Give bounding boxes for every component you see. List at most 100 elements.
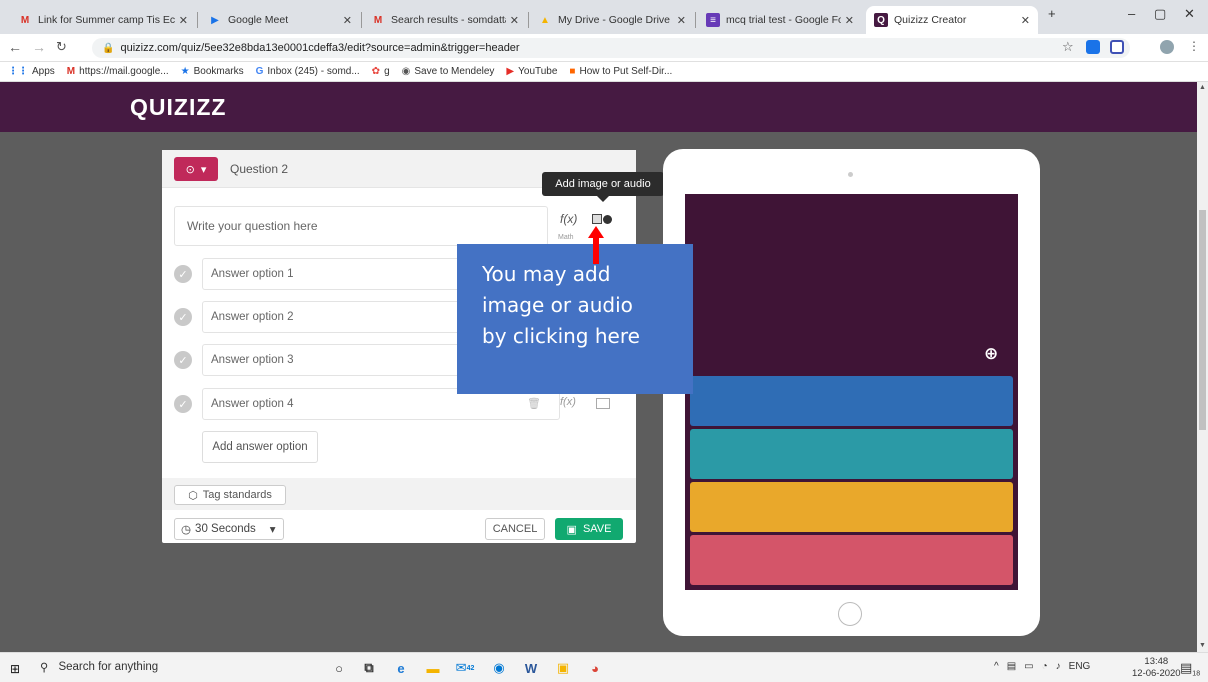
chevron-up-icon[interactable]: ^ (994, 661, 999, 672)
word-icon[interactable]: W (522, 659, 540, 677)
scroll-down-icon[interactable]: ▼ (1199, 642, 1206, 649)
image-icon[interactable] (596, 398, 610, 409)
tab-quizizz-creator[interactable]: Q Quizizz Creator ✕ (866, 6, 1038, 34)
cortana-icon[interactable]: ○ (330, 659, 348, 677)
tab-summer-camp[interactable]: M Link for Summer camp Tis Ec ✕ (10, 6, 196, 34)
divider (197, 12, 198, 28)
question-number: Question 2 (230, 162, 289, 176)
trash-icon[interactable]: 🗑 (527, 397, 541, 410)
mail-icon[interactable]: ✉ 42 (456, 659, 475, 677)
save-button[interactable]: ▣ SAVE (555, 518, 623, 540)
math-label: Math (558, 234, 574, 241)
close-icon[interactable]: ✕ (677, 14, 686, 27)
bookmark-apps[interactable]: ⋮⋮ Apps (8, 66, 55, 77)
add-answer-button[interactable]: Add answer option (202, 431, 318, 463)
check-icon[interactable]: ✓ (174, 308, 192, 326)
check-icon[interactable]: ✓ (174, 265, 192, 283)
tab-google-drive[interactable]: ▲ My Drive - Google Drive ✕ (530, 6, 694, 34)
bookmark-gmail[interactable]: Mhttps://mail.google... (67, 66, 169, 77)
volume-icon[interactable]: ♪ (1056, 661, 1061, 672)
scrollbar-thumb[interactable] (1199, 210, 1206, 430)
bookmark-bookmarks[interactable]: ★ Bookmarks (181, 66, 244, 77)
wifi-icon[interactable]: ◔ (1042, 661, 1048, 672)
edge-icon[interactable]: e (392, 659, 410, 677)
bookmark-inbox[interactable]: G Inbox (245) - somd... (256, 66, 360, 77)
close-icon[interactable]: ✕ (510, 14, 519, 27)
search-icon: ⚲ (40, 662, 49, 674)
url-field[interactable]: 🔒 quizizz.com/quiz/5ee32e8bda13e0001cdef… (92, 38, 1130, 58)
photos-icon: ✿ (371, 66, 381, 77)
extension-icon[interactable] (1086, 40, 1100, 54)
bookmark-youtube[interactable]: ▶ YouTube (506, 66, 557, 77)
battery-icon[interactable]: ▭ (1024, 661, 1033, 672)
reload-icon[interactable]: ↻ (56, 39, 67, 55)
audio-icon (603, 214, 612, 224)
windows-taskbar: ⊞ ⚲ Search for anything ○ ⧉ e ▬ ✉ 42 ◉ W ▣… (0, 652, 1208, 682)
math-icon[interactable]: f(x) (560, 396, 576, 408)
gmail-icon: M (20, 14, 30, 26)
quizizz-logo[interactable]: QUIZIZZ (130, 94, 226, 121)
camera-dot (848, 172, 853, 177)
callout-box: You may add image or audio by clicking h… (457, 244, 693, 394)
tag-icon: ⬡ (188, 489, 198, 502)
gmail-icon: M (373, 14, 383, 26)
question-type-dropdown[interactable]: ⊙ ▾ (174, 157, 218, 181)
tab-google-form[interactable]: ≡ mcq trial test - Google Form✕ (698, 6, 862, 34)
bookmarks-bar: ⋮⋮ Apps Mhttps://mail.google... ★ Bookmark… (0, 62, 1208, 82)
minimize-button[interactable]: – (1128, 6, 1135, 21)
image-icon (592, 214, 602, 224)
maximize-button[interactable]: ▢ (1154, 6, 1166, 22)
red-arrow-icon (588, 226, 604, 264)
tab-google-meet[interactable]: ▶ Google Meet ✕ (200, 6, 360, 34)
radio-icon: ⊙ (185, 163, 195, 176)
cancel-button[interactable]: CANCEL (485, 518, 545, 540)
paint-icon[interactable]: ▣ (554, 659, 572, 677)
taskbar-search[interactable]: ⚲ Search for anything (40, 660, 158, 674)
extension-icon[interactable] (1110, 40, 1124, 54)
bookmark-howto[interactable]: ■ How to Put Self-Dir... (569, 66, 672, 77)
quizizz-icon: Q (874, 13, 888, 27)
close-icon[interactable]: ✕ (343, 14, 352, 27)
close-icon[interactable]: ✕ (1021, 14, 1030, 27)
divider (361, 12, 362, 28)
back-icon[interactable]: ← (8, 39, 22, 55)
close-icon[interactable]: ✕ (179, 14, 188, 27)
notification-icon[interactable]: ▤18 (1180, 660, 1200, 678)
tab-search-results[interactable]: M Search results - somdattap@✕ (363, 6, 527, 34)
star-icon[interactable]: ☆ (1062, 39, 1074, 55)
preview-option-1 (690, 376, 1013, 426)
question-input[interactable]: Write your question here (174, 206, 548, 246)
new-tab-button[interactable]: + (1048, 6, 1056, 21)
apps-icon: ⋮⋮ (8, 66, 28, 77)
language-indicator[interactable]: ENG (1069, 661, 1091, 672)
timer-dropdown[interactable]: ◷ 30 Seconds ▾ (174, 518, 284, 540)
chevron-down-icon: ▾ (200, 163, 207, 176)
forward-icon[interactable]: → (32, 39, 46, 55)
chrome-icon[interactable]: ◕ (586, 659, 604, 677)
windows-start-icon[interactable]: ⊞ (10, 662, 20, 676)
clock[interactable]: 13:48 12-06-2020 (1132, 656, 1181, 680)
zoom-icon[interactable]: ⊕ (984, 344, 1006, 366)
menu-icon[interactable]: ⋮ (1188, 39, 1200, 53)
preview-option-3 (690, 482, 1013, 532)
check-icon[interactable]: ✓ (174, 395, 192, 413)
divider (695, 12, 696, 28)
close-icon[interactable]: ✕ (845, 14, 854, 27)
task-view-icon[interactable]: ⧉ (360, 659, 378, 677)
app-icon[interactable]: ◉ (490, 659, 508, 677)
bookmark-g[interactable]: ✿ g (372, 66, 390, 77)
check-icon[interactable]: ✓ (174, 351, 192, 369)
network-icon[interactable]: ▤ (1007, 661, 1016, 672)
file-explorer-icon[interactable]: ▬ (424, 659, 442, 677)
address-bar-row: ← → ↻ 🔒 quizizz.com/quiz/5ee32e8bda13e00… (0, 34, 1208, 62)
profile-avatar[interactable] (1160, 40, 1174, 54)
bookmark-mendeley[interactable]: ◉ Save to Mendeley (402, 66, 495, 77)
page-scrollbar[interactable]: ▲ ▼ (1197, 82, 1208, 652)
tag-standards-button[interactable]: ⬡ Tag standards (174, 485, 286, 505)
youtube-icon: ▶ (506, 66, 515, 77)
close-window-button[interactable]: ✕ (1184, 6, 1195, 22)
scroll-up-icon[interactable]: ▲ (1199, 84, 1206, 91)
math-icon[interactable]: f(x) (560, 212, 577, 226)
clock-icon: ◷ (181, 524, 192, 536)
add-media-button[interactable] (592, 212, 612, 226)
